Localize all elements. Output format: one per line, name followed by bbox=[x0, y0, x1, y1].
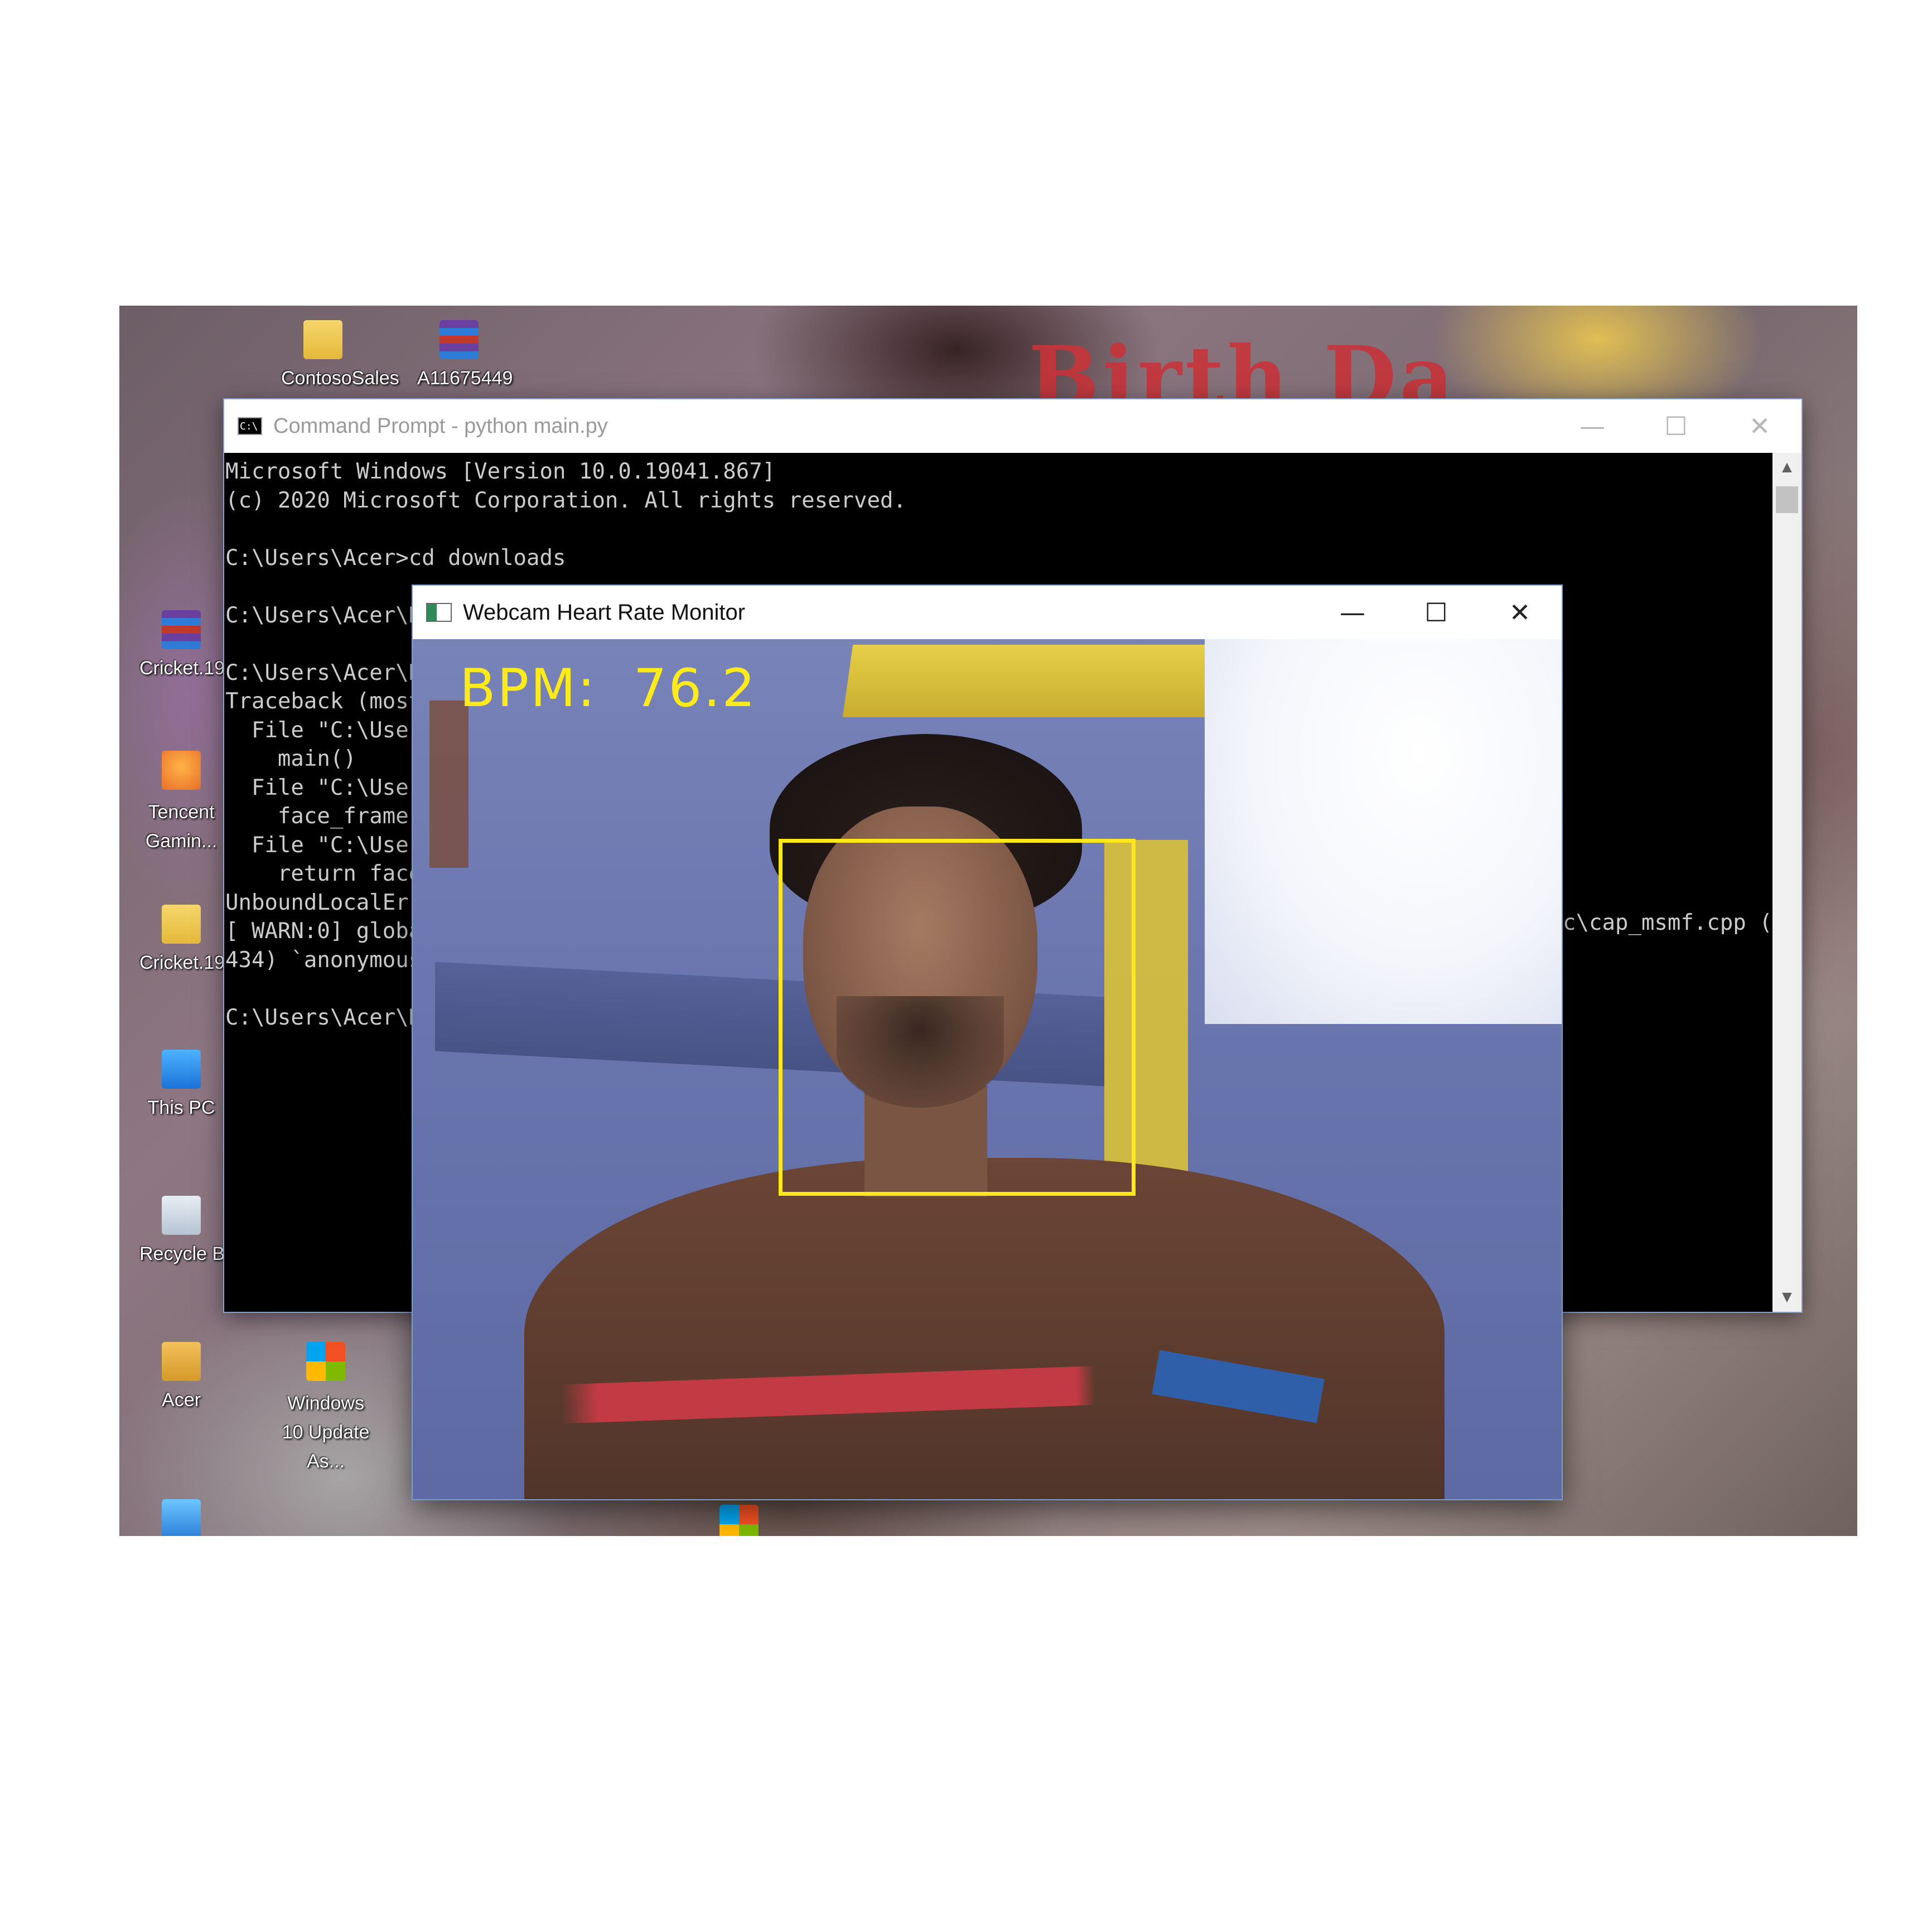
winrar-archive-icon bbox=[439, 320, 479, 359]
desktop-icon-label: Cricket.19. bbox=[139, 952, 230, 973]
cam-titlebar[interactable]: Webcam Heart Rate Monitor — ☐ ✕ bbox=[413, 586, 1562, 639]
control-panel-icon bbox=[162, 1499, 201, 1536]
scrollbar-thumb[interactable] bbox=[1776, 486, 1798, 513]
recycle-bin-icon bbox=[162, 1196, 201, 1235]
desktop-icon-this-pc[interactable]: This PC bbox=[139, 1050, 223, 1119]
desktop-icon-label: ContosoSales bbox=[281, 368, 399, 389]
desktop-icon-label: Cricket.19. bbox=[139, 658, 230, 679]
desktop-icon-cricket-folder[interactable]: Cricket.19. bbox=[139, 905, 230, 974]
webcam-feed: BPM: 76.2 bbox=[413, 639, 1562, 1499]
scroll-down-arrow-icon[interactable]: ▼ bbox=[1772, 1283, 1801, 1312]
cmd-maximize-button[interactable]: ☐ bbox=[1634, 399, 1718, 453]
cam-window-title: Webcam Heart Rate Monitor bbox=[463, 600, 746, 625]
desktop-icon-shortcut[interactable] bbox=[697, 1505, 781, 1536]
console-line: Microsoft Windows [Version 10.0.19041.86… bbox=[225, 459, 776, 484]
windows-update-icon bbox=[306, 1342, 345, 1381]
desktop-icon-windows-update[interactable]: Windows 10 Update As... bbox=[276, 1342, 376, 1476]
console-fragment-text: c\cap_msmf.cpp ( bbox=[1563, 910, 1772, 935]
tencent-gaming-icon bbox=[162, 751, 201, 790]
winrar-archive-icon bbox=[162, 610, 201, 649]
scroll-up-arrow-icon[interactable]: ▲ bbox=[1772, 453, 1801, 482]
console-line-fragment: c\cap_msmf.cpp ( bbox=[1563, 910, 1772, 935]
face-detection-box bbox=[779, 839, 1136, 1196]
desktop-icon-contososales[interactable]: ContosoSales bbox=[281, 320, 399, 389]
desktop-icon-cricket-archive[interactable]: Cricket.19. bbox=[139, 610, 230, 679]
desktop-icon-label: Acer bbox=[162, 1389, 201, 1411]
folder-icon bbox=[162, 905, 201, 944]
bpm-readout: BPM: 76.2 bbox=[460, 658, 757, 719]
desktop-icon-label: This PC bbox=[147, 1097, 215, 1118]
desktop-icon-label: Tencent Gamin... bbox=[145, 801, 218, 852]
desktop-icon-control-panel[interactable] bbox=[139, 1499, 223, 1536]
console-line: (c) 2020 Microsoft Corporation. All righ… bbox=[225, 487, 906, 513]
person-shirt bbox=[524, 1158, 1445, 1499]
cmd-minimize-button[interactable]: — bbox=[1551, 399, 1634, 453]
folder-icon bbox=[303, 320, 342, 359]
background-wall bbox=[842, 645, 1244, 717]
cam-maximize-button[interactable]: ☐ bbox=[1394, 586, 1478, 639]
app-shortcut-icon bbox=[719, 1505, 759, 1536]
app-window-icon bbox=[426, 603, 452, 622]
cam-minimize-button[interactable]: — bbox=[1311, 586, 1394, 639]
console-line: C:\Users\Acer>cd downloads bbox=[225, 545, 566, 571]
desktop-icon-acer[interactable]: Acer bbox=[139, 1342, 223, 1411]
desktop-icon-label: A11675449 bbox=[417, 368, 513, 389]
desktop-icon-tencent[interactable]: Tencent Gamin... bbox=[139, 751, 223, 856]
cmd-window-title: Command Prompt - python main.py bbox=[273, 414, 608, 438]
cmd-close-button[interactable]: ✕ bbox=[1718, 399, 1801, 453]
user-folder-icon bbox=[162, 1342, 201, 1381]
background-window-light bbox=[1205, 639, 1562, 1024]
cmd-titlebar[interactable]: C:\ Command Prompt - python main.py — ☐ … bbox=[224, 399, 1801, 453]
desktop-icon-label: Windows 10 Update As... bbox=[282, 1393, 370, 1472]
desktop-icon-recycle-bin[interactable]: Recycle B bbox=[139, 1196, 225, 1265]
background-door bbox=[429, 701, 468, 868]
desktop-icon-label: Recycle B bbox=[139, 1243, 225, 1264]
webcam-window[interactable]: Webcam Heart Rate Monitor — ☐ ✕ BPM: 76.… bbox=[413, 586, 1562, 1499]
console-icon: C:\ bbox=[238, 417, 262, 435]
desktop-icon-archive[interactable]: A11675449 bbox=[417, 320, 513, 389]
computer-icon bbox=[162, 1050, 201, 1089]
cam-close-button[interactable]: ✕ bbox=[1478, 586, 1562, 639]
cmd-scrollbar[interactable]: ▲ ▼ bbox=[1772, 453, 1801, 1312]
